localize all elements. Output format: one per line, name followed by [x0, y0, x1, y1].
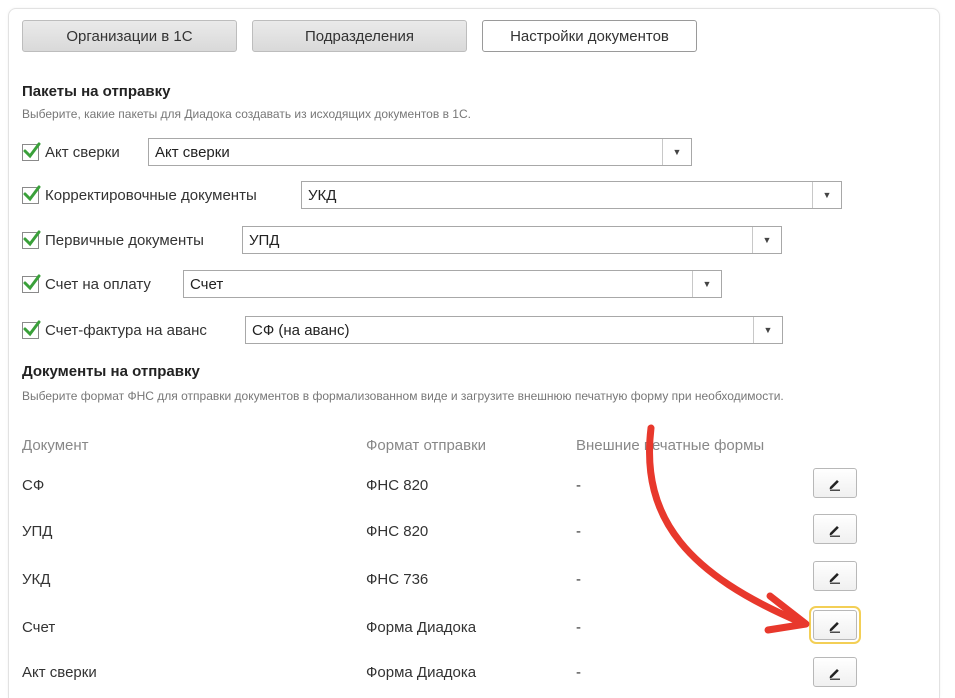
edit-button-sf[interactable]	[813, 468, 857, 498]
select-value: УПД	[249, 231, 280, 249]
doc-format[interactable]: Форма Диадока	[366, 619, 476, 636]
triangle-down-icon[interactable]: ▼	[812, 182, 841, 208]
package-label: Корректировочные документы	[45, 186, 257, 204]
check-icon	[23, 230, 41, 246]
package-row-primary: Первичные документы	[22, 226, 210, 254]
doc-external: -	[576, 619, 581, 636]
doc-name: УКД	[22, 571, 51, 588]
package-select-advance[interactable]: СФ (на аванс) ▼	[245, 316, 783, 344]
column-header-external-forms: Внешние печатные формы	[576, 437, 765, 454]
edit-button-ukd[interactable]	[813, 561, 857, 591]
column-header-document: Документ	[22, 437, 89, 454]
package-select-corrective[interactable]: УКД ▼	[301, 181, 842, 209]
checkbox-invoice[interactable]	[22, 274, 41, 293]
pencil-icon	[829, 480, 840, 491]
checkbox-corrective[interactable]	[22, 185, 41, 204]
documents-hint: Выберите формат ФНС для отправки докумен…	[22, 389, 784, 403]
triangle-down-icon[interactable]: ▼	[752, 227, 781, 253]
doc-name: Счет	[22, 619, 56, 636]
column-header-format: Формат отправки	[366, 437, 487, 454]
check-icon	[23, 274, 41, 290]
doc-external: -	[576, 477, 581, 494]
doc-format[interactable]: ФНС 820	[366, 477, 428, 494]
doc-external: -	[576, 571, 581, 588]
pencil-icon	[829, 669, 840, 680]
doc-external: -	[576, 664, 581, 681]
checkbox-advance[interactable]	[22, 320, 41, 339]
triangle-down-icon[interactable]: ▼	[692, 271, 721, 297]
doc-format[interactable]: Форма Диадока	[366, 664, 476, 681]
tab-subdivisions[interactable]: Подразделения	[252, 20, 467, 52]
package-label: Счет на оплату	[45, 275, 151, 293]
doc-name: Акт сверки	[22, 664, 97, 681]
tab-organizations[interactable]: Организации в 1С	[22, 20, 237, 52]
documents-title: Документы на отправку	[22, 363, 200, 380]
packages-title: Пакеты на отправку	[22, 83, 171, 100]
package-select-akt[interactable]: Акт сверки ▼	[148, 138, 692, 166]
select-value: УКД	[308, 186, 337, 204]
edit-button-invoice[interactable]	[809, 606, 861, 644]
package-row-advance: Счет-фактура на аванс	[22, 316, 213, 344]
checkbox-primary[interactable]	[22, 230, 41, 249]
doc-format[interactable]: ФНС 736	[366, 571, 428, 588]
package-row-invoice: Счет на оплату	[22, 270, 157, 298]
triangle-down-icon[interactable]: ▼	[753, 317, 782, 343]
pencil-icon	[829, 622, 840, 633]
pencil-icon	[829, 526, 840, 537]
select-value: Акт сверки	[155, 143, 230, 161]
package-label: Счет-фактура на аванс	[45, 321, 207, 339]
doc-name: УПД	[22, 523, 53, 540]
doc-external: -	[576, 523, 581, 540]
package-select-primary[interactable]: УПД ▼	[242, 226, 782, 254]
packages-hint: Выберите, какие пакеты для Диадока созда…	[22, 107, 471, 121]
select-value: СФ (на аванс)	[252, 321, 350, 339]
pencil-icon	[829, 573, 840, 584]
select-value: Счет	[190, 275, 224, 293]
package-label: Первичные документы	[45, 231, 204, 249]
package-label: Акт сверки	[45, 143, 120, 161]
doc-format[interactable]: ФНС 820	[366, 523, 428, 540]
package-row-akt: Акт сверки	[22, 138, 126, 166]
doc-name: СФ	[22, 477, 45, 494]
checkbox-akt[interactable]	[22, 142, 41, 161]
package-select-invoice[interactable]: Счет ▼	[183, 270, 722, 298]
edit-button-upd[interactable]	[813, 514, 857, 544]
check-icon	[23, 142, 41, 158]
check-icon	[23, 320, 41, 336]
triangle-down-icon[interactable]: ▼	[662, 139, 691, 165]
edit-button-akt[interactable]	[813, 657, 857, 687]
package-row-corrective: Корректировочные документы	[22, 181, 263, 209]
check-icon	[23, 185, 41, 201]
tab-document-settings[interactable]: Настройки документов	[482, 20, 697, 52]
